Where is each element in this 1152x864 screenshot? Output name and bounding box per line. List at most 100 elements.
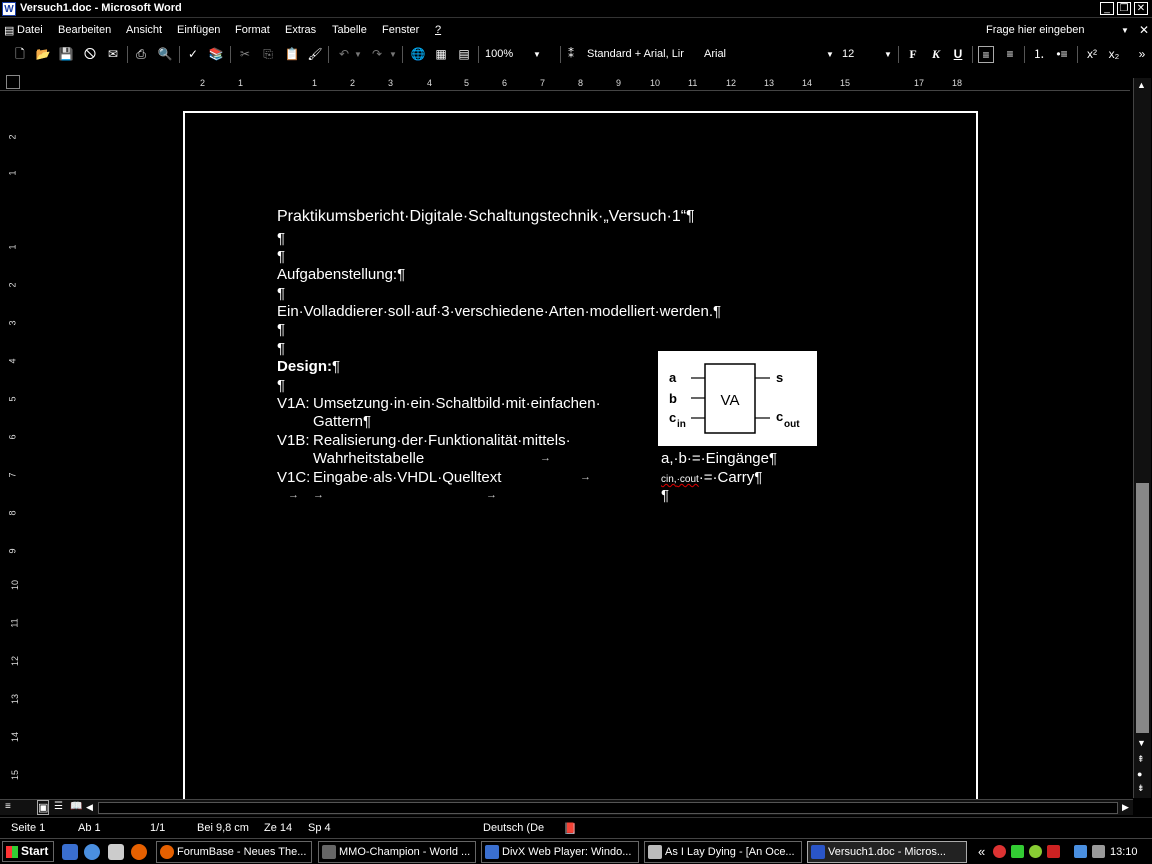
- empty-paragraph[interactable]: ¶: [277, 377, 285, 395]
- align-center-icon[interactable]: ≡: [1002, 46, 1018, 63]
- font-dropdown-icon[interactable]: ▼: [826, 50, 834, 59]
- print-preview-icon[interactable]: 🔍: [157, 46, 173, 63]
- subscript-icon[interactable]: x₂: [1106, 46, 1122, 63]
- task-divx[interactable]: DivX Web Player: Windo...: [481, 841, 639, 863]
- email-icon[interactable]: ✉: [105, 46, 121, 63]
- tray-expand-icon[interactable]: «: [978, 844, 985, 859]
- font-select[interactable]: Arial: [704, 48, 726, 60]
- vertical-scroll-thumb[interactable]: [1136, 483, 1149, 733]
- menu-datei[interactable]: Datei: [17, 24, 43, 36]
- empty-paragraph[interactable]: ¶: [277, 230, 285, 248]
- font-size-select[interactable]: 12: [842, 48, 854, 60]
- empty-paragraph[interactable]: ¶: [277, 248, 285, 266]
- superscript-icon[interactable]: x²: [1084, 46, 1100, 63]
- vertical-ruler[interactable]: 2 1 1 2 3 4 5 6 7 8 9 10 11 12 13 14 15: [0, 92, 22, 798]
- print-icon[interactable]: ⎙: [133, 46, 149, 63]
- document-title[interactable]: Praktikumsbericht·Digitale·Schaltungstec…: [277, 208, 695, 226]
- empty-paragraph[interactable]: ¶: [277, 285, 285, 303]
- task-mmo-champion[interactable]: MMO-Champion - World ...: [318, 841, 476, 863]
- copy-icon[interactable]: ⎘: [260, 46, 276, 63]
- menu-fenster[interactable]: Fenster: [382, 24, 419, 36]
- menu-help[interactable]: ?: [435, 24, 441, 36]
- next-page-icon[interactable]: ⇟: [1137, 783, 1145, 794]
- insert-excel-icon[interactable]: ▤: [456, 46, 472, 63]
- empty-paragraph[interactable]: ¶: [277, 321, 285, 339]
- align-left-icon[interactable]: ≡: [978, 46, 994, 63]
- permission-icon[interactable]: 🛇: [82, 46, 98, 63]
- styles-pane-icon[interactable]: ⁑: [563, 46, 579, 63]
- help-search-input[interactable]: Frage hier eingeben: [986, 24, 1084, 36]
- normal-view-icon[interactable]: ≡: [5, 801, 11, 812]
- legend-inputs[interactable]: a,·b·=·Eingänge¶: [661, 450, 777, 468]
- show-desktop-icon[interactable]: [62, 844, 78, 860]
- save-icon[interactable]: 💾: [58, 46, 74, 63]
- new-document-icon[interactable]: 🗋: [12, 46, 28, 63]
- tray-app-icon[interactable]: [1029, 845, 1042, 858]
- scroll-down-icon[interactable]: ▼: [1137, 738, 1146, 748]
- quicklaunch-app-icon[interactable]: [108, 844, 124, 860]
- task-heading[interactable]: Aufgabenstellung:¶: [277, 266, 405, 284]
- menu-tabelle[interactable]: Tabelle: [332, 24, 367, 36]
- v1c-text[interactable]: Eingabe·als·VHDL·Quelltext: [313, 469, 501, 487]
- tab-selector[interactable]: [6, 75, 20, 89]
- format-painter-icon[interactable]: 🖌: [307, 46, 323, 63]
- v1a-text[interactable]: Umsetzung·in·ein·Schaltbild·mit·einfache…: [313, 395, 601, 413]
- hyperlink-icon[interactable]: 🌐: [410, 46, 426, 63]
- undo-icon[interactable]: ↶: [336, 46, 352, 63]
- reading-layout-icon[interactable]: 📖: [70, 801, 82, 812]
- numbering-icon[interactable]: ⒈: [1031, 46, 1047, 63]
- italic-button[interactable]: K: [928, 46, 944, 63]
- design-paragraph[interactable]: Design:¶: [277, 358, 340, 376]
- v1b-continuation[interactable]: Wahrheitstabelle: [313, 450, 424, 468]
- font-size-dropdown-icon[interactable]: ▼: [884, 50, 892, 59]
- task-text[interactable]: Ein·Volladdierer·soll·auf·3·verschiedene…: [277, 303, 721, 321]
- print-layout-icon[interactable]: ▣: [37, 800, 50, 815]
- style-select[interactable]: Standard + Arial, Lir: [587, 48, 684, 60]
- menu-ansicht[interactable]: Ansicht: [126, 24, 162, 36]
- empty-paragraph[interactable]: ¶: [661, 487, 669, 505]
- underline-button[interactable]: U: [950, 46, 966, 63]
- internet-explorer-icon[interactable]: [84, 844, 100, 860]
- help-dropdown-icon[interactable]: ▼: [1121, 26, 1129, 35]
- undo-dropdown-icon[interactable]: ▼: [354, 50, 362, 59]
- spelling-status-icon[interactable]: 📕: [563, 822, 577, 835]
- empty-paragraph[interactable]: ¶: [277, 340, 285, 358]
- scroll-left-icon[interactable]: ◀: [86, 802, 93, 813]
- full-adder-diagram[interactable]: VA a b c in s c out: [658, 351, 817, 446]
- tray-antivirus-icon[interactable]: [1047, 845, 1060, 858]
- tray-network-icon[interactable]: [1011, 845, 1024, 858]
- zoom-dropdown-icon[interactable]: ▼: [533, 50, 541, 59]
- cut-icon[interactable]: ✂: [237, 46, 253, 63]
- tray-connection-icon[interactable]: [1074, 845, 1087, 858]
- zoom-select[interactable]: 100%: [485, 48, 513, 60]
- v1b-label[interactable]: V1B:: [277, 432, 310, 450]
- horizontal-scroll-track[interactable]: [98, 802, 1118, 814]
- horizontal-ruler[interactable]: 2 1 1 2 3 4 5 6 7 8 9 10 11 12 13 14 15 …: [0, 72, 1152, 92]
- horizontal-scrollbar[interactable]: ≡ ▣ ☰ 📖 ◀ ▶: [0, 799, 1133, 815]
- outline-view-icon[interactable]: ☰: [54, 801, 63, 812]
- close-button[interactable]: ✕: [1134, 2, 1148, 15]
- word-app-icon[interactable]: W: [2, 2, 16, 16]
- status-language[interactable]: Deutsch (De: [483, 822, 544, 834]
- tray-security-icon[interactable]: [993, 845, 1006, 858]
- scroll-up-icon[interactable]: ▲: [1137, 80, 1146, 90]
- menu-extras[interactable]: Extras: [285, 24, 316, 36]
- bullets-icon[interactable]: •≡: [1054, 46, 1070, 63]
- v1a-label[interactable]: V1A:: [277, 395, 310, 413]
- clock[interactable]: 13:10: [1110, 846, 1138, 858]
- scroll-right-icon[interactable]: ▶: [1122, 802, 1129, 813]
- v1c-label[interactable]: V1C:: [277, 469, 310, 487]
- task-word-document[interactable]: Versuch1.doc - Micros...: [807, 841, 967, 863]
- open-folder-icon[interactable]: 📂: [35, 46, 51, 63]
- toolbar-options-icon[interactable]: »: [1134, 46, 1150, 63]
- previous-page-icon[interactable]: ⇞: [1137, 754, 1145, 765]
- tray-volume-icon[interactable]: [1092, 845, 1105, 858]
- firefox-icon[interactable]: [131, 844, 147, 860]
- vertical-scrollbar[interactable]: ▲ ▼ ⇞ ● ⇟: [1133, 78, 1151, 798]
- redo-icon[interactable]: ↷: [369, 46, 385, 63]
- tables-borders-icon[interactable]: ▦: [433, 46, 449, 63]
- research-icon[interactable]: 📚: [208, 46, 224, 63]
- minimize-button[interactable]: _: [1100, 2, 1114, 15]
- menu-einfuegen[interactable]: Einfügen: [177, 24, 220, 36]
- close-document-icon[interactable]: ✕: [1139, 23, 1149, 37]
